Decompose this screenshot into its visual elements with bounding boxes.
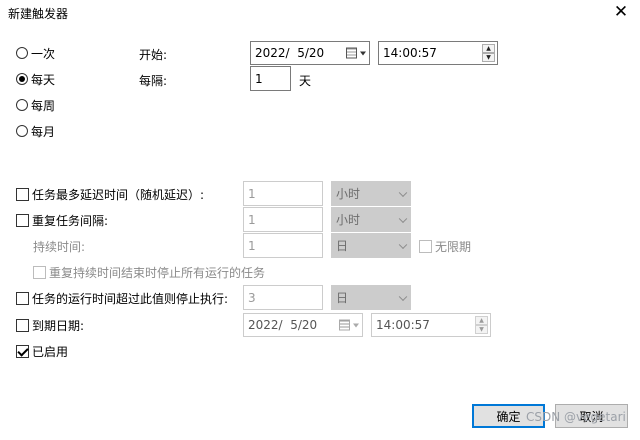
duration-unit-select[interactable]: 日 [331, 233, 411, 258]
time-spinner[interactable]: ▲ ▼ [482, 44, 495, 62]
enabled-option[interactable]: 已启用 [16, 343, 68, 359]
spin-down-icon[interactable]: ▼ [475, 325, 488, 334]
start-date-picker[interactable]: 2022/ 5/20 [250, 41, 370, 65]
ok-button-label: 确定 [496, 409, 521, 424]
delay-unit-value: 小时 [336, 187, 361, 201]
radio-daily[interactable]: 每天 [16, 71, 55, 87]
calendar-dropdown[interactable] [346, 47, 366, 59]
calendar-dropdown[interactable] [339, 319, 359, 331]
chevron-down-icon [353, 323, 359, 327]
radio-once-label: 一次 [31, 46, 56, 61]
repeat-checkbox[interactable] [16, 213, 29, 227]
indefinite-label: 无限期 [435, 239, 472, 254]
spin-up-icon[interactable]: ▲ [475, 316, 488, 325]
recur-label: 每隔: [139, 74, 168, 88]
stop-long-option[interactable]: 任务的运行时间超过此值则停止执行: [16, 290, 228, 306]
start-date-value: 2022/ 5/20 [255, 46, 325, 60]
stop-long-unit-value: 日 [336, 291, 349, 305]
delay-label: 任务最多延迟时间（随机延迟）: [32, 187, 205, 202]
expire-option[interactable]: 到期日期: [16, 317, 84, 333]
expire-date-picker[interactable]: 2022/ 5/20 [243, 313, 363, 337]
chevron-down-icon [360, 51, 366, 55]
chevron-down-icon [398, 240, 408, 249]
delay-value: 1 [248, 186, 256, 201]
stop-long-unit-select[interactable]: 日 [331, 285, 411, 310]
stop-long-checkbox[interactable] [16, 291, 29, 305]
delay-input[interactable]: 1 [243, 181, 323, 206]
duration-unit-value: 日 [336, 239, 349, 253]
radio-circle-checked[interactable] [16, 73, 28, 85]
calendar-icon [339, 319, 350, 331]
recur-unit-label: 天 [299, 74, 312, 88]
recur-input[interactable]: 1 [250, 66, 291, 91]
start-time-value: 14:00:57 [383, 46, 437, 60]
expire-time-value: 14:00:57 [376, 318, 430, 332]
start-label: 开始: [139, 48, 168, 62]
radio-monthly-label: 每月 [31, 124, 56, 139]
chevron-down-icon [398, 188, 408, 197]
repeat-input[interactable]: 1 [243, 207, 323, 232]
stop-long-input[interactable]: 3 [243, 285, 323, 310]
spin-up-icon[interactable]: ▲ [482, 44, 495, 53]
repeat-unit-select[interactable]: 小时 [331, 207, 411, 232]
radio-circle[interactable] [16, 125, 28, 137]
watermark: CSDN @vegetari [526, 410, 626, 424]
stop-repeat-checkbox[interactable] [33, 265, 46, 279]
close-icon[interactable]: ✕ [612, 3, 630, 21]
duration-input[interactable]: 1 [243, 233, 323, 258]
recur-value: 1 [255, 71, 263, 86]
chevron-down-icon [398, 214, 408, 223]
indefinite-checkbox[interactable] [419, 239, 432, 253]
indefinite-option[interactable]: 无限期 [419, 238, 471, 254]
expire-date-value: 2022/ 5/20 [248, 318, 318, 332]
duration-value: 1 [248, 238, 256, 253]
expire-label: 到期日期: [32, 318, 85, 333]
stop-repeat-option[interactable]: 重复持续时间结束时停止所有运行的任务 [33, 264, 265, 280]
delay-option[interactable]: 任务最多延迟时间（随机延迟）: [16, 186, 204, 202]
delay-checkbox[interactable] [16, 187, 29, 201]
duration-label: 持续时间: [33, 240, 86, 254]
expire-time-field[interactable]: 14:00:57 ▲ ▼ [371, 313, 491, 337]
expire-checkbox[interactable] [16, 318, 29, 332]
delay-unit-select[interactable]: 小时 [331, 181, 411, 206]
enabled-label: 已启用 [32, 344, 69, 359]
radio-monthly[interactable]: 每月 [16, 123, 55, 139]
repeat-option[interactable]: 重复任务间隔: [16, 212, 108, 228]
time-spinner[interactable]: ▲ ▼ [475, 316, 488, 334]
radio-once[interactable]: 一次 [16, 45, 55, 61]
radio-weekly[interactable]: 每周 [16, 97, 55, 113]
window-title: 新建触发器 [8, 7, 69, 21]
stop-long-label: 任务的运行时间超过此值则停止执行: [32, 291, 229, 306]
stop-repeat-label: 重复持续时间结束时停止所有运行的任务 [49, 265, 266, 280]
radio-circle[interactable] [16, 47, 28, 59]
chevron-down-icon [398, 292, 408, 301]
radio-daily-label: 每天 [31, 72, 56, 87]
calendar-icon [346, 47, 357, 59]
start-time-field[interactable]: 14:00:57 ▲ ▼ [378, 41, 498, 65]
repeat-unit-value: 小时 [336, 213, 361, 227]
enabled-checkbox[interactable] [16, 344, 29, 358]
radio-circle[interactable] [16, 99, 28, 111]
repeat-label: 重复任务间隔: [32, 213, 109, 228]
radio-weekly-label: 每周 [31, 98, 56, 113]
stop-long-value: 3 [248, 290, 256, 305]
repeat-value: 1 [248, 212, 256, 227]
spin-down-icon[interactable]: ▼ [482, 53, 495, 62]
